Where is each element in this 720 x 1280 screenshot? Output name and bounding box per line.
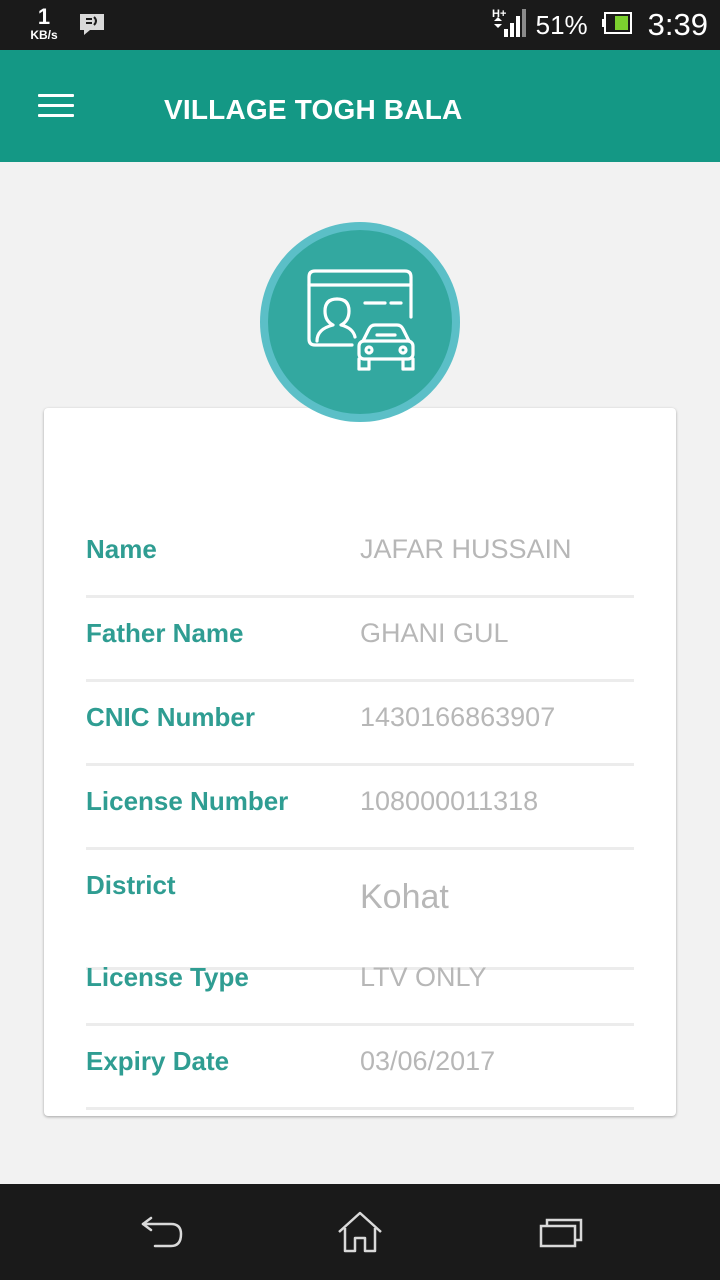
battery-icon [601, 11, 632, 39]
hamburger-menu-icon[interactable] [34, 88, 78, 122]
status-clock: 3:39 [647, 7, 708, 42]
field-label: License Type [86, 962, 249, 992]
system-nav-bar [0, 1184, 720, 1280]
battery-percent: 51% [535, 9, 588, 40]
back-icon[interactable] [130, 1204, 190, 1260]
field-underline [86, 1107, 634, 1110]
field-underline [86, 847, 634, 850]
field-underline [86, 679, 634, 682]
status-indicators: H+ 51% 3:39 [492, 0, 708, 50]
recent-apps-icon[interactable] [530, 1204, 590, 1260]
license-card-car-icon [305, 265, 415, 380]
field-underline [86, 595, 634, 598]
field-value-expiry-date: 03/06/2017 [360, 1046, 496, 1076]
field-value-father-name: GHANI GUL [360, 618, 509, 648]
field-label: CNIC Number [86, 702, 256, 732]
network-speed: 1 KB/s [24, 4, 64, 42]
field-row-license-type: License Type LTV ONLY [86, 952, 634, 1026]
network-speed-unit: KB/s [30, 28, 58, 42]
field-label: District [86, 870, 176, 900]
home-icon[interactable] [330, 1204, 390, 1260]
field-value-cnic-number: 1430166863907 [360, 702, 556, 732]
field-row-name: Name JAFAR HUSSAIN [86, 524, 634, 598]
status-bar: 1 KB/s H+ 51% 3:39 [0, 0, 720, 50]
field-value-name: JAFAR HUSSAIN [360, 534, 572, 564]
field-row-cnic-number: CNIC Number 1430166863907 [86, 692, 634, 766]
field-row-district: District Kohat [86, 860, 634, 970]
field-value-district: Kohat [360, 878, 449, 916]
field-underline [86, 763, 634, 766]
app-title: VILLAGE TOGH BALA [164, 94, 463, 125]
field-label: Expiry Date [86, 1046, 230, 1076]
profile-avatar [260, 222, 460, 422]
field-label: License Number [86, 786, 289, 816]
license-details-card: Name JAFAR HUSSAIN Father Name GHANI GUL… [44, 408, 676, 1116]
field-row-father-name: Father Name GHANI GUL [86, 608, 634, 682]
avatar-circle [268, 230, 452, 414]
field-underline [86, 1023, 634, 1026]
field-value-license-number: 108000011318 [360, 786, 539, 816]
field-label: Father Name [86, 618, 244, 648]
signal-icon: H+ [492, 7, 526, 44]
notification-message-icon [78, 12, 106, 41]
field-row-expiry-date: Expiry Date 03/06/2017 [86, 1036, 634, 1110]
app-bar: VILLAGE TOGH BALA [0, 50, 720, 162]
field-label: Name [86, 534, 157, 564]
field-value-license-type: LTV ONLY [360, 962, 487, 992]
network-speed-value: 1 [37, 4, 51, 29]
field-row-license-number: License Number 108000011318 [86, 776, 634, 850]
